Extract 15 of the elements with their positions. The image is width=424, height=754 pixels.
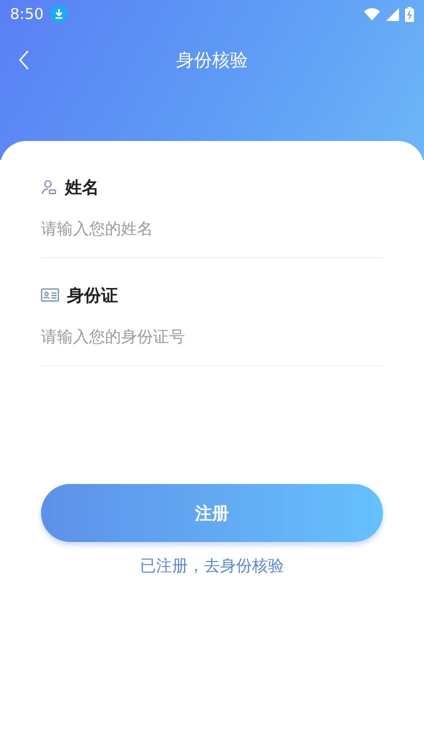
input-field[interactable]: 请输入您的身份证号 [41,307,383,365]
person-icon [41,179,57,195]
field-label: 姓名 [65,176,99,198]
download-icon [50,5,68,23]
back-icon [18,50,30,70]
status-time: 8:50 [10,5,44,23]
signal-icon [386,8,399,20]
input-field[interactable]: 请输入您的姓名 [41,199,383,257]
id-card-icon [41,288,59,302]
field-label: 身份证 [67,284,118,306]
register-button[interactable]: 注册 [41,484,383,542]
verify-link[interactable]: 已注册，去身份核验 [140,556,284,577]
battery-icon [405,6,414,22]
wifi-icon [364,8,380,20]
page-title: 身份核验 [176,49,248,72]
